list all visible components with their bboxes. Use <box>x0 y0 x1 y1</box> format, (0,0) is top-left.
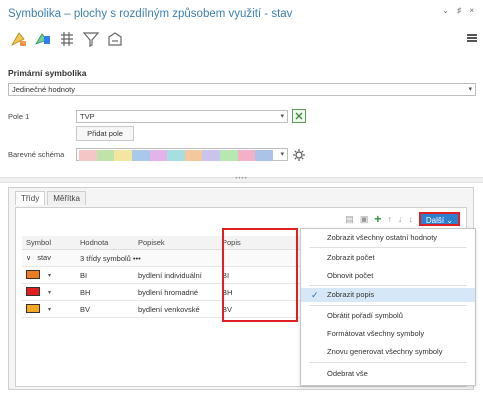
menu-item-remove-all[interactable]: Odebrat vše <box>301 367 475 381</box>
menu-item-format-all-symbols[interactable]: Formátovat všechny symboly <box>301 327 475 341</box>
field-select[interactable]: TVP ▾ <box>76 110 288 123</box>
header-label[interactable]: Popisek <box>134 236 218 249</box>
symbol-swatch[interactable] <box>26 270 40 280</box>
symbol-cell[interactable]: ▾ <box>22 300 76 319</box>
field-label: Pole 1 <box>8 112 30 121</box>
expression-icon[interactable] <box>292 109 306 123</box>
sort-icon[interactable]: ↓ <box>408 214 413 224</box>
menu-item-show-description[interactable]: ✓ Zobrazit popis <box>301 288 475 302</box>
color-swatch <box>255 150 274 161</box>
primary-symbology-title: Primární symbolika <box>8 68 87 78</box>
menu-divider <box>309 305 467 306</box>
menu-item-label: Zobrazit popis <box>327 290 375 299</box>
add-icon[interactable]: + <box>374 212 381 226</box>
renderer-value: Jedinečné hodnoty <box>12 85 75 94</box>
chevron-down-icon: ▾ <box>280 113 284 120</box>
color-swatch <box>237 150 256 161</box>
chevron-down-icon: ▾ <box>468 86 472 93</box>
chevron-down-icon[interactable]: ∨ <box>26 255 31 262</box>
menu-item-reverse-symbol-order[interactable]: Obrátit pořadí symbolů <box>301 309 475 323</box>
menu-item-show-count[interactable]: Zobrazit počet <box>301 251 475 265</box>
symbol-swatch[interactable] <box>26 304 40 314</box>
label-cell[interactable]: bydlení individuální <box>134 267 218 284</box>
description-column-highlight <box>222 228 298 322</box>
panel-tabs: Třídy Měřítka <box>15 191 86 205</box>
color-swatch <box>149 150 168 161</box>
color-swatch <box>220 150 238 161</box>
menu-item-refresh-count[interactable]: Obnovit počet <box>301 269 475 283</box>
arrow-down-icon[interactable]: ↓ <box>398 214 403 224</box>
filter-icon[interactable] <box>82 30 100 48</box>
grid-symbol-icon[interactable] <box>58 30 76 48</box>
color-swatch <box>202 150 221 161</box>
add-class-icon[interactable]: ▣ <box>360 214 369 225</box>
label-class-icon[interactable] <box>106 30 124 48</box>
pane-title: Symbolika – plochy s rozdílným způsobem … <box>8 8 293 20</box>
header-symbol[interactable]: Symbol <box>22 236 76 249</box>
label-cell[interactable]: bydlení hromadné <box>134 284 218 301</box>
group-cell: ∨ stav <box>22 249 76 267</box>
primary-symbology-icon[interactable] <box>10 30 28 48</box>
window-controls[interactable]: ⌄ ♯ × <box>442 6 477 15</box>
menu-divider <box>309 285 467 286</box>
color-swatch <box>131 150 150 161</box>
color-scheme-label: Barevné schéma <box>8 150 65 159</box>
menu-item-regenerate-all-symbols[interactable]: Znovu generovat všechny symboly <box>301 345 475 359</box>
menu-divider <box>309 247 467 248</box>
pane-splitter[interactable]: •••• <box>0 176 483 183</box>
chevron-down-icon: ▾ <box>280 151 284 158</box>
color-swatch <box>79 150 97 161</box>
symbol-swatch[interactable] <box>26 287 40 297</box>
arrow-up-icon[interactable]: ↑ <box>387 214 392 224</box>
menu-icon[interactable] <box>467 34 477 42</box>
add-field-button[interactable]: Přidat pole <box>76 126 134 141</box>
chevron-down-icon[interactable]: ▾ <box>48 307 51 313</box>
value-cell: BV <box>80 304 91 314</box>
value-cell: BI <box>80 270 88 280</box>
color-swatch <box>167 150 185 161</box>
header-value[interactable]: Hodnota <box>76 236 134 249</box>
chevron-down-icon[interactable]: ▾ <box>48 290 51 296</box>
symbology-toolbar <box>10 28 124 50</box>
tab-scales[interactable]: Měřítka <box>47 191 86 205</box>
color-swatch <box>114 150 132 161</box>
group-field: stav <box>37 253 51 262</box>
menu-item-show-all-other-values[interactable]: Zobrazit všechny ostatní hodnoty <box>301 231 475 245</box>
class-actions: ▤ ▣ + ↑ ↓ ↓ Další ⌄ <box>345 212 460 226</box>
more-button[interactable]: Další ⌄ <box>418 212 460 226</box>
renderer-select[interactable]: Jedinečné hodnoty ▾ <box>8 83 476 96</box>
vary-symbology-icon[interactable] <box>34 30 52 48</box>
menu-divider <box>309 362 467 363</box>
color-swatch <box>96 150 115 161</box>
more-menu: Zobrazit všechny ostatní hodnoty Zobrazi… <box>300 228 476 386</box>
check-icon: ✓ <box>311 290 319 300</box>
chevron-down-icon[interactable]: ▾ <box>48 273 51 279</box>
value-cell: BH <box>80 287 91 297</box>
select-all-icon[interactable]: ▤ <box>345 214 354 225</box>
color-scheme-select[interactable]: ▾ <box>76 148 288 161</box>
color-swatch <box>184 150 203 161</box>
field-value: TVP <box>80 112 95 121</box>
color-scheme-ramp <box>79 150 274 161</box>
tab-classes[interactable]: Třídy <box>15 191 46 205</box>
label-cell[interactable]: bydlení venkovské <box>134 301 218 318</box>
gear-icon[interactable] <box>292 148 306 162</box>
